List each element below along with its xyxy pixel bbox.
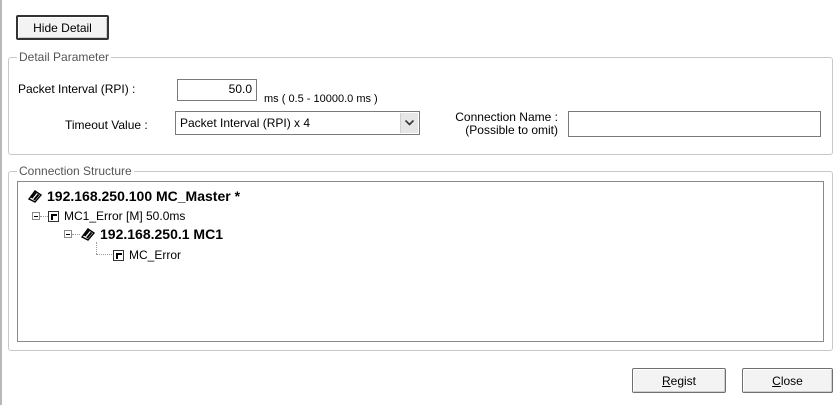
connection-name-input[interactable] xyxy=(568,111,821,137)
tree-node-tag[interactable]: MC_Error xyxy=(113,248,181,262)
plc-icon xyxy=(80,228,96,241)
close-accesskey: C xyxy=(772,373,781,388)
timeout-select[interactable]: Packet Interval (RPI) x 4 xyxy=(175,111,420,135)
tree-line xyxy=(40,216,48,217)
tree-line xyxy=(96,254,112,255)
regist-label-rest: egist xyxy=(670,373,697,388)
detail-parameter-group xyxy=(8,57,833,155)
timeout-selected-value: Packet Interval (RPI) x 4 xyxy=(180,116,311,130)
collapse-icon[interactable] xyxy=(32,212,40,220)
regist-button[interactable]: Regist xyxy=(632,368,726,393)
tree-node-connection[interactable]: MC1_Error [M] 50.0ms xyxy=(48,209,185,223)
tree-node-target[interactable]: 192.168.250.1 MC1 xyxy=(80,226,223,242)
packet-interval-label: Packet Interval (RPI) : xyxy=(18,82,136,96)
connection-node-label: MC1_Error [M] 50.0ms xyxy=(64,209,186,223)
chevron-down-icon[interactable] xyxy=(400,113,418,133)
tree-node-root[interactable]: 192.168.250.100 MC_Master * xyxy=(27,188,240,204)
target-node-label: 192.168.250.1 MC1 xyxy=(100,226,223,242)
packet-interval-value: 50.0 xyxy=(228,82,252,96)
connection-tree[interactable]: 192.168.250.100 MC_Master * MC1_Error [M… xyxy=(17,181,824,342)
regist-label: Regist xyxy=(662,374,696,388)
close-button[interactable]: Close xyxy=(742,368,833,393)
close-label-rest: lose xyxy=(780,373,803,388)
window-left-border xyxy=(0,0,2,405)
tag-node-label: MC_Error xyxy=(129,248,182,262)
plc-icon xyxy=(27,190,43,203)
connection-structure-title: Connection Structure xyxy=(17,164,134,178)
detail-parameter-title: Detail Parameter xyxy=(17,50,112,64)
collapse-icon[interactable] xyxy=(64,230,72,238)
packet-interval-input[interactable]: 50.0 xyxy=(177,79,257,101)
regist-accesskey: R xyxy=(661,373,671,388)
connection-name-label: Connection Name : (Possible to omit) xyxy=(441,111,558,137)
close-label: Close xyxy=(772,374,803,388)
connection-name-label-line2: (Possible to omit) xyxy=(465,123,558,137)
hide-detail-label: Hide Detail xyxy=(33,20,92,35)
tag-icon xyxy=(113,249,124,261)
packet-interval-range: ms ( 0.5 - 10000.0 ms ) xyxy=(264,93,378,105)
root-node-label: 192.168.250.100 MC_Master * xyxy=(47,188,241,204)
timeout-label: Timeout Value : xyxy=(65,118,148,132)
connection-icon xyxy=(48,210,59,222)
hide-detail-button[interactable]: Hide Detail xyxy=(16,15,109,40)
tree-line xyxy=(72,234,80,235)
tree-line xyxy=(96,242,97,254)
